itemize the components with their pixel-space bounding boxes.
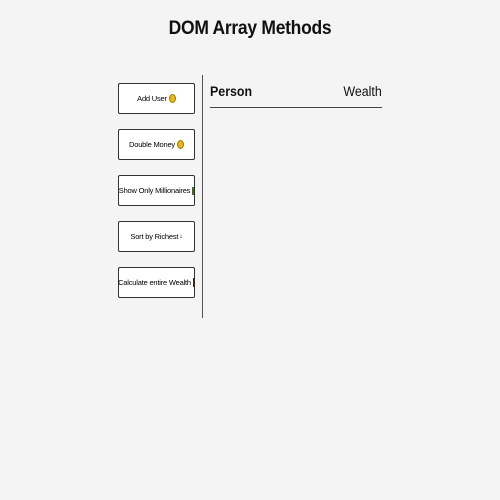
double-money-button[interactable]: Double Money — [118, 129, 195, 160]
chart-icon — [192, 278, 195, 287]
person-column-header: Person — [210, 84, 253, 99]
calculate-wealth-label: Calculate entire Wealth — [118, 278, 191, 287]
add-user-label: Add User — [137, 94, 167, 103]
show-millionaires-label: Show Only Millionaires — [118, 186, 191, 195]
sort-richest-label: Sort by Richest — [130, 232, 179, 241]
coin-icon — [168, 94, 176, 103]
add-user-button[interactable]: Add User — [118, 83, 195, 114]
page: DOM Array Methods Add User Double Money … — [0, 0, 500, 500]
sort-richest-button[interactable]: Sort by Richest ↓ — [118, 221, 195, 252]
calculate-wealth-button[interactable]: Calculate entire Wealth — [118, 267, 195, 298]
wealth-list: Person Wealth — [210, 84, 382, 108]
money-icon — [192, 186, 195, 195]
show-millionaires-button[interactable]: Show Only Millionaires — [118, 175, 195, 206]
page-title: DOM Array Methods — [168, 18, 332, 39]
wealth-column-header: Wealth — [343, 84, 382, 99]
controls-panel: Add User Double Money Show Only Milliona… — [118, 83, 195, 313]
list-header: Person Wealth — [210, 84, 382, 108]
vertical-divider — [202, 75, 203, 318]
arrow-down-icon: ↓ — [179, 233, 183, 240]
double-money-label: Double Money — [129, 140, 175, 149]
coin-icon — [176, 140, 184, 149]
